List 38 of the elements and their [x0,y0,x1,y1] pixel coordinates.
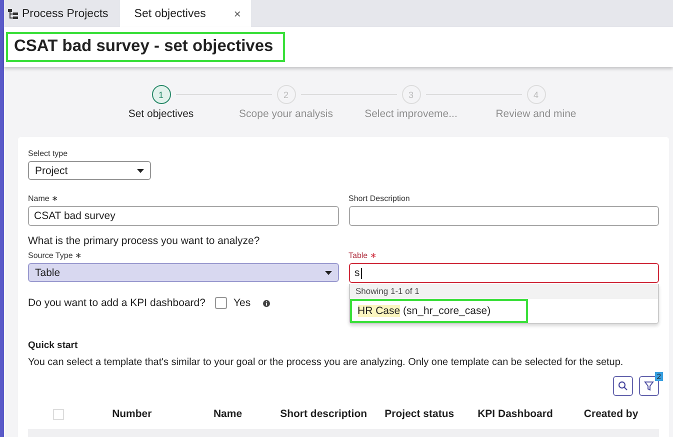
kpi-question: Do you want to add a KPI dashboard? [28,297,206,309]
search-icon [618,381,628,391]
info-icon[interactable] [262,300,270,306]
close-icon[interactable]: × [234,6,241,20]
filter-icon [644,381,654,391]
step-label[interactable]: Set objectives [128,108,194,120]
field-label: Short Description [348,194,411,203]
column-header[interactable]: Project status [371,408,468,420]
column-header[interactable]: Name [180,408,276,420]
results-count: Showing 1-1 of 1 [350,284,658,299]
dropdown-option[interactable]: HR Case (sn_hr_core_case) [350,299,528,323]
tab[interactable]: Set objectives × [120,0,251,27]
caret-icon [137,168,144,172]
question-text: What is the primary process you want to analyze? [28,235,261,247]
table-search-field[interactable]: s [348,263,659,283]
select-all-checkbox[interactable] [53,408,64,420]
tab[interactable]: Process Projects [4,0,120,27]
column-header[interactable]: Created by [563,408,659,420]
column-header[interactable]: Number [84,408,180,420]
page-title: CSAT bad survey - set objectives [6,32,286,62]
select-type-dropdown[interactable]: Project [28,161,151,180]
checkbox[interactable] [215,297,228,309]
section-title: Quick start [28,340,79,351]
source-type-dropdown[interactable]: Table [28,263,338,282]
caret-icon [324,270,332,274]
section-description: You can select a template that's similar to your goal or the process you are analyzing. Only one template can be selected for the setup. [28,357,624,368]
field-label: Source Type ∗ [28,251,83,260]
field-label: Table ∗ [348,251,378,260]
search-button[interactable] [613,376,633,396]
step-number[interactable]: 1 [152,85,170,104]
field-label: Name ∗ [28,194,60,203]
column-header[interactable]: KPI Dashboard [467,408,564,420]
checkbox-label[interactable]: Yes [233,297,251,309]
name-field[interactable]: CSAT bad survey [28,206,338,226]
column-header[interactable]: Short description [276,408,372,420]
hierarchy-icon [8,8,18,18]
field-label: Select type [28,149,69,158]
short-description-field[interactable] [348,206,659,226]
